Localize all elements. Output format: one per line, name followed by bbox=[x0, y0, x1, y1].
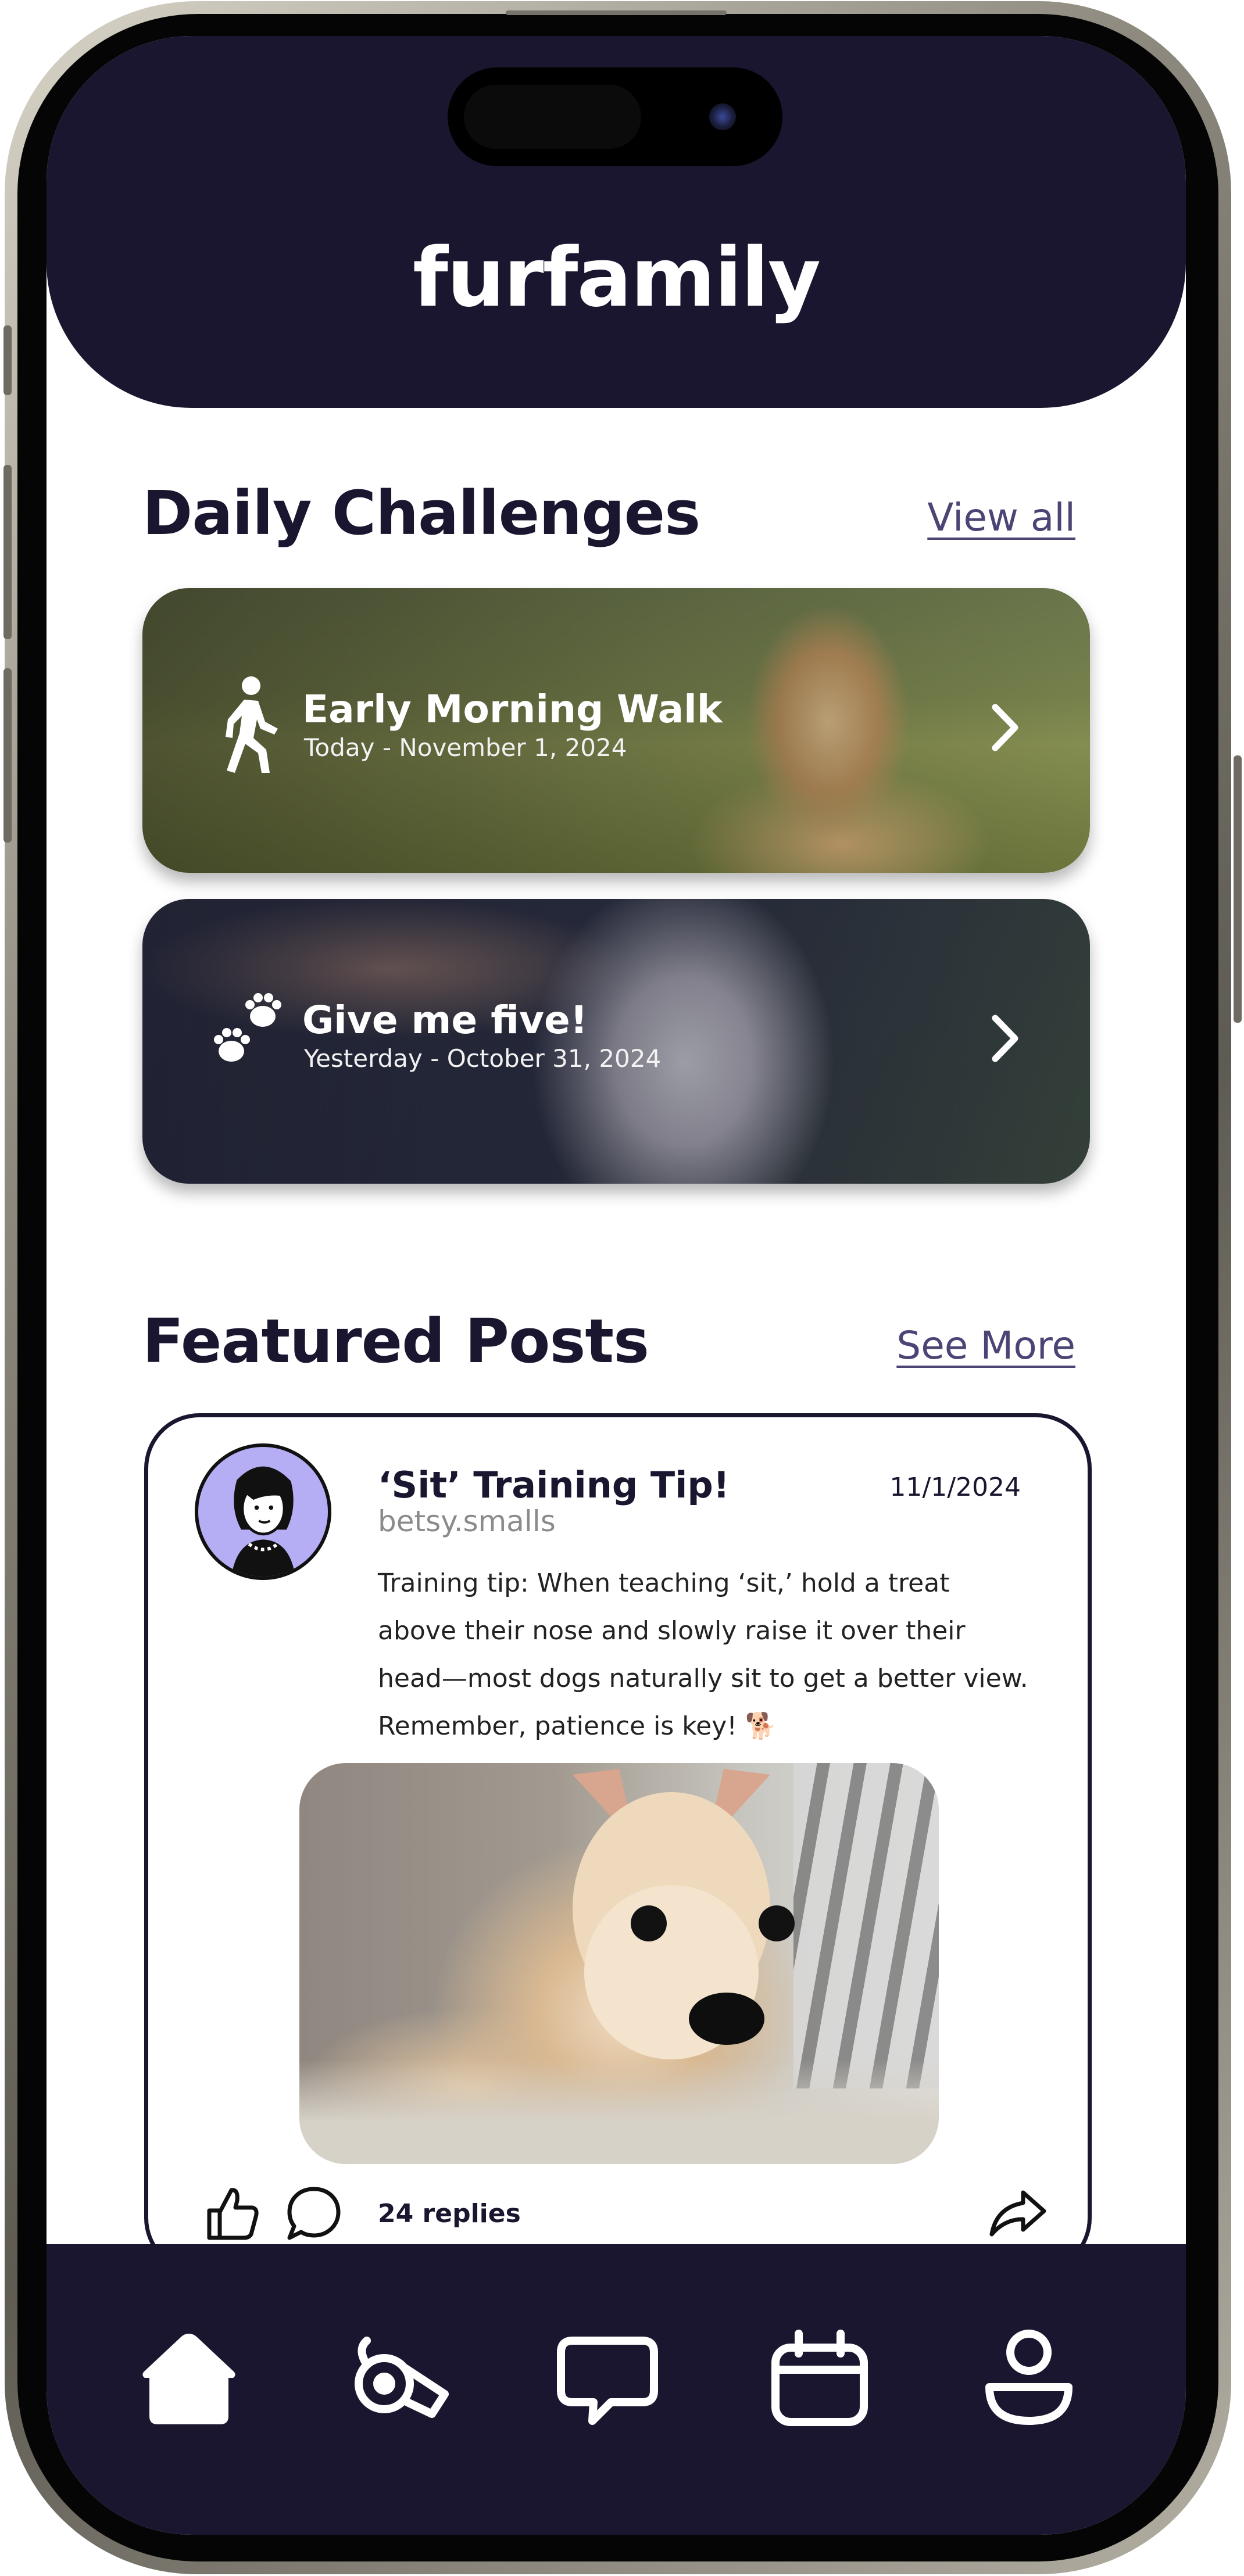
share-icon[interactable] bbox=[988, 2184, 1046, 2242]
daily-challenges-heading: Daily Challenges bbox=[142, 478, 700, 549]
photo-cushion bbox=[299, 2059, 939, 2164]
avatar[interactable] bbox=[195, 1443, 331, 1580]
challenge-card-give-me-five[interactable]: Give me five! Yesterday - October 31, 20… bbox=[142, 899, 1090, 1184]
dynamic-island bbox=[448, 67, 782, 166]
chat-bubble-icon[interactable] bbox=[555, 2326, 660, 2430]
challenge-title: Give me five! bbox=[302, 998, 588, 1042]
walking-person-icon bbox=[226, 676, 278, 773]
front-camera bbox=[709, 103, 736, 130]
app-title: furfamily bbox=[412, 231, 821, 325]
phone-speaker bbox=[506, 10, 727, 15]
app-screen: furfamily Daily Challenges View all Earl… bbox=[47, 36, 1186, 2535]
challenge-date: Yesterday - October 31, 2024 bbox=[304, 1044, 662, 1073]
post-image-scottish-terrier-puppy[interactable] bbox=[299, 1763, 939, 2164]
phone-power-button bbox=[1234, 755, 1242, 1023]
paw-prints-icon bbox=[214, 993, 281, 1062]
post-date: 11/1/2024 bbox=[889, 1472, 1021, 1502]
phone-volume-down bbox=[3, 668, 12, 843]
user-avatar-illustration bbox=[231, 1466, 296, 1577]
chevron-right-icon bbox=[992, 1015, 1018, 1062]
puppy-nose bbox=[689, 1993, 764, 2045]
featured-post-card[interactable]: ‘Sit’ Training Tip! 11/1/2024 betsy.smal… bbox=[144, 1413, 1092, 2273]
phone-volume-up bbox=[3, 465, 12, 639]
island-sensor bbox=[464, 85, 641, 149]
view-all-link[interactable]: View all bbox=[927, 495, 1075, 540]
post-author[interactable]: betsy.smalls bbox=[378, 1504, 556, 1538]
phone-side-button bbox=[3, 325, 12, 395]
home-icon[interactable] bbox=[137, 2326, 241, 2430]
post-actions: 24 replies bbox=[203, 2184, 1046, 2242]
featured-posts-heading: Featured Posts bbox=[142, 1306, 649, 1377]
app-header: furfamily bbox=[47, 36, 1186, 408]
challenge-date: Today - November 1, 2024 bbox=[304, 733, 627, 762]
post-body: Training tip: When teaching ‘sit,’ hold … bbox=[378, 1568, 1028, 1741]
comment-icon[interactable] bbox=[285, 2184, 343, 2242]
replies-count[interactable]: 24 replies bbox=[378, 2199, 521, 2229]
challenge-card-early-morning-walk[interactable]: Early Morning Walk Today - November 1, 2… bbox=[142, 588, 1090, 873]
profile-icon[interactable] bbox=[977, 2326, 1081, 2430]
thumbs-up-icon[interactable] bbox=[203, 2184, 262, 2242]
see-more-link[interactable]: See More bbox=[896, 1323, 1075, 1368]
post-title: ‘Sit’ Training Tip! bbox=[378, 1464, 730, 1506]
whistle-icon[interactable] bbox=[346, 2326, 451, 2430]
bottom-tab-bar bbox=[47, 2244, 1186, 2535]
puppy-eye bbox=[631, 1905, 667, 1941]
puppy-eye bbox=[759, 1905, 795, 1941]
photo-pillow bbox=[793, 1763, 939, 2088]
challenge-title: Early Morning Walk bbox=[302, 687, 723, 732]
calendar-icon[interactable] bbox=[767, 2326, 872, 2430]
chevron-right-icon bbox=[992, 704, 1018, 751]
